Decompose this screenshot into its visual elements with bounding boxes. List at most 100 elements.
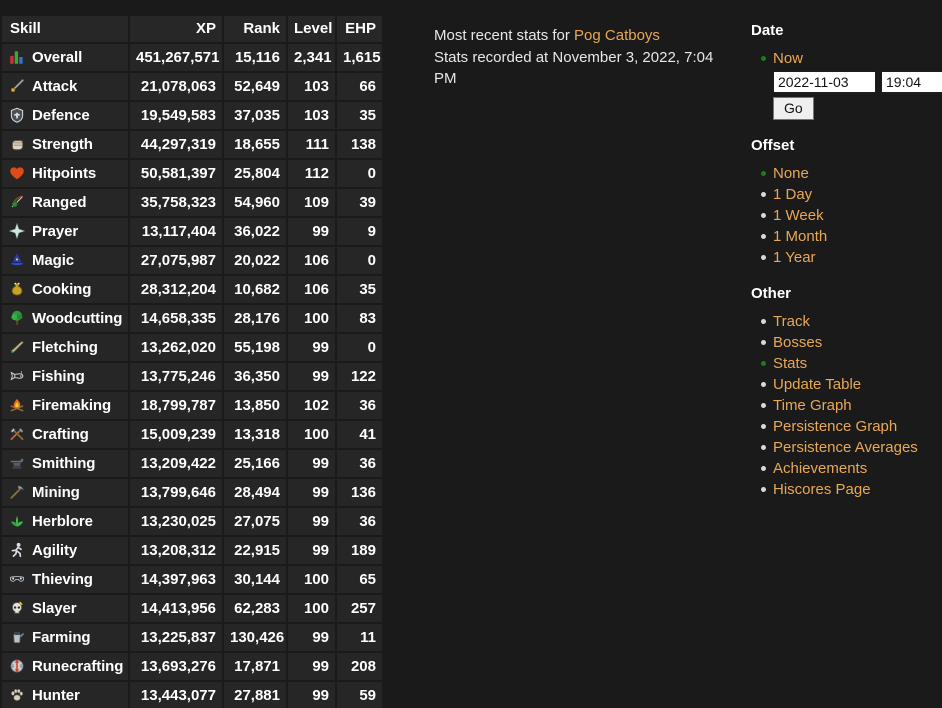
table-row[interactable]: Overall 451,267,571 15,116 2,341 1,615 <box>2 44 382 71</box>
firemaking-icon <box>8 396 26 414</box>
skill-cell[interactable]: Hitpoints <box>2 160 128 187</box>
sidebar-item-bosses[interactable]: Bosses <box>761 332 942 353</box>
skill-cell[interactable]: Magic <box>2 247 128 274</box>
column-header-rank[interactable]: Rank <box>224 16 286 42</box>
sidebar: Date Now Go Offset None 1 Day 1 Week 1 Mont… <box>751 22 942 517</box>
link-label[interactable]: Track <box>773 313 810 330</box>
skill-cell[interactable]: Attack <box>2 73 128 100</box>
link-label[interactable]: Hiscores Page <box>773 481 871 498</box>
skill-cell[interactable]: Ranged <box>2 189 128 216</box>
table-row[interactable]: Cooking 28,312,204 10,682 106 35 <box>2 276 382 303</box>
skill-cell[interactable]: Prayer <box>2 218 128 245</box>
level-cell: 100 <box>288 305 335 332</box>
table-row[interactable]: Fletching 13,262,020 55,198 99 0 <box>2 334 382 361</box>
skill-cell[interactable]: Crafting <box>2 421 128 448</box>
player-name-link[interactable]: Pog Catboys <box>574 27 660 44</box>
info-panel: Most recent stats for Pog Catboys Stats … <box>434 25 734 90</box>
table-row[interactable]: Defence 19,549,583 37,035 103 35 <box>2 102 382 129</box>
skill-cell[interactable]: Hunter <box>2 682 128 708</box>
skill-cell[interactable]: Cooking <box>2 276 128 303</box>
xp-cell: 13,117,404 <box>130 218 222 245</box>
skill-cell[interactable]: Farming <box>2 624 128 651</box>
sidebar-item-offset-1-month[interactable]: 1 Month <box>761 226 942 247</box>
sidebar-item-offset-1-week[interactable]: 1 Week <box>761 205 942 226</box>
table-row[interactable]: Farming 13,225,837 130,426 99 11 <box>2 624 382 651</box>
table-row[interactable]: Attack 21,078,063 52,649 103 66 <box>2 73 382 100</box>
skill-cell[interactable]: Woodcutting <box>2 305 128 332</box>
table-row[interactable]: Smithing 13,209,422 25,166 99 36 <box>2 450 382 477</box>
skill-cell[interactable]: Smithing <box>2 450 128 477</box>
level-cell: 99 <box>288 363 335 390</box>
sidebar-item-stats[interactable]: Stats <box>761 353 942 374</box>
rank-cell: 54,960 <box>224 189 286 216</box>
table-row[interactable]: Herblore 13,230,025 27,075 99 36 <box>2 508 382 535</box>
sidebar-item-persistence-graph[interactable]: Persistence Graph <box>761 416 942 437</box>
link-label[interactable]: Persistence Graph <box>773 418 897 435</box>
sidebar-item-persistence-averages[interactable]: Persistence Averages <box>761 437 942 458</box>
link-label[interactable]: 1 Year <box>773 249 816 266</box>
link-label[interactable]: 1 Week <box>773 207 824 224</box>
skill-cell[interactable]: Mining <box>2 479 128 506</box>
table-row[interactable]: Thieving 14,397,963 30,144 100 65 <box>2 566 382 593</box>
sidebar-item-update-table[interactable]: Update Table <box>761 374 942 395</box>
table-row[interactable]: Fishing 13,775,246 36,350 99 122 <box>2 363 382 390</box>
table-row[interactable]: Crafting 15,009,239 13,318 100 41 <box>2 421 382 448</box>
skill-cell[interactable]: Thieving <box>2 566 128 593</box>
table-row[interactable]: Firemaking 18,799,787 13,850 102 36 <box>2 392 382 419</box>
date-input[interactable] <box>773 71 876 93</box>
skill-cell[interactable]: Agility <box>2 537 128 564</box>
skill-label: Magic <box>32 251 75 269</box>
sidebar-item-hiscores-page[interactable]: Hiscores Page <box>761 479 942 500</box>
now-link[interactable]: Now <box>773 50 803 67</box>
xp-cell: 13,230,025 <box>130 508 222 535</box>
table-row[interactable]: Hunter 13,443,077 27,881 99 59 <box>2 682 382 708</box>
cooking-icon <box>8 280 26 298</box>
link-label[interactable]: Achievements <box>773 460 867 477</box>
column-header-skill[interactable]: Skill <box>2 16 128 42</box>
rank-cell: 36,022 <box>224 218 286 245</box>
table-row[interactable]: Runecrafting 13,693,276 17,871 99 208 <box>2 653 382 680</box>
column-header-xp[interactable]: XP <box>130 16 222 42</box>
xp-cell: 14,413,956 <box>130 595 222 622</box>
skill-cell[interactable]: Runecrafting <box>2 653 128 680</box>
time-input[interactable] <box>881 71 942 93</box>
skill-cell[interactable]: Strength <box>2 131 128 158</box>
skill-cell[interactable]: Defence <box>2 102 128 129</box>
table-row[interactable]: Agility 13,208,312 22,915 99 189 <box>2 537 382 564</box>
sidebar-item-track[interactable]: Track <box>761 311 942 332</box>
sidebar-item-achievements[interactable]: Achievements <box>761 458 942 479</box>
table-row[interactable]: Slayer 14,413,956 62,283 100 257 <box>2 595 382 622</box>
link-label[interactable]: None <box>773 165 809 182</box>
skill-cell[interactable]: Fletching <box>2 334 128 361</box>
go-button[interactable]: Go <box>773 97 814 120</box>
link-label[interactable]: Bosses <box>773 334 822 351</box>
sidebar-item-time-graph[interactable]: Time Graph <box>761 395 942 416</box>
table-row[interactable]: Hitpoints 50,581,397 25,804 112 0 <box>2 160 382 187</box>
skill-cell[interactable]: Slayer <box>2 595 128 622</box>
column-header-level[interactable]: Level <box>288 16 335 42</box>
sidebar-item-offset-1-day[interactable]: 1 Day <box>761 184 942 205</box>
skill-cell[interactable]: Firemaking <box>2 392 128 419</box>
link-label[interactable]: Stats <box>773 355 807 372</box>
skill-cell[interactable]: Overall <box>2 44 128 71</box>
sidebar-item-offset-1-year[interactable]: 1 Year <box>761 247 942 268</box>
xp-cell: 451,267,571 <box>130 44 222 71</box>
skill-label: Defence <box>32 106 90 124</box>
ehp-cell: 257 <box>337 595 382 622</box>
sidebar-item-offset-none[interactable]: None <box>761 163 942 184</box>
table-row[interactable]: Woodcutting 14,658,335 28,176 100 83 <box>2 305 382 332</box>
column-header-ehp[interactable]: EHP <box>337 16 382 42</box>
link-label[interactable]: Update Table <box>773 376 861 393</box>
skill-cell[interactable]: Herblore <box>2 508 128 535</box>
table-row[interactable]: Magic 27,075,987 20,022 106 0 <box>2 247 382 274</box>
link-label[interactable]: 1 Month <box>773 228 827 245</box>
link-label[interactable]: 1 Day <box>773 186 812 203</box>
skill-cell[interactable]: Fishing <box>2 363 128 390</box>
sidebar-item-now[interactable]: Now <box>761 48 942 69</box>
link-label[interactable]: Time Graph <box>773 397 852 414</box>
link-label[interactable]: Persistence Averages <box>773 439 918 456</box>
table-row[interactable]: Strength 44,297,319 18,655 111 138 <box>2 131 382 158</box>
table-row[interactable]: Prayer 13,117,404 36,022 99 9 <box>2 218 382 245</box>
table-row[interactable]: Mining 13,799,646 28,494 99 136 <box>2 479 382 506</box>
table-row[interactable]: Ranged 35,758,323 54,960 109 39 <box>2 189 382 216</box>
